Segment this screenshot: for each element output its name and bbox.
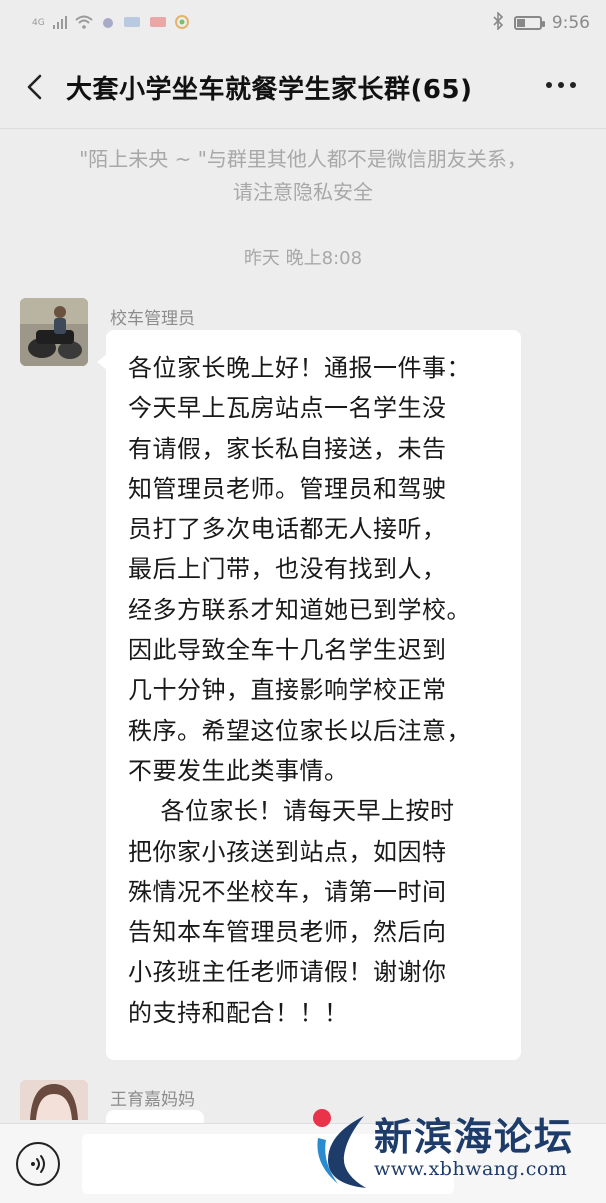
app-notification-icon: [149, 15, 167, 32]
privacy-notice-line: "陌上未央 ~ "与群里其他人都不是微信朋友关系，: [79, 147, 527, 171]
signal-icon: [52, 15, 67, 32]
header-divider: [0, 128, 606, 129]
message-timestamp: 昨天 晚上8:08: [243, 248, 363, 269]
app-notification-icon: [101, 15, 115, 32]
watermark-title: 新滨海论坛: [374, 1114, 575, 1159]
message-line: 小孩班主任老师请假！谢谢你: [128, 958, 447, 987]
app-notification-icon: [123, 15, 141, 32]
message-line: 的支持和配合！！！: [128, 998, 349, 1027]
message-line: 几十分钟，直接影响学校正常: [128, 676, 447, 705]
clock: 9:56: [551, 13, 590, 33]
message-line: 不要发生此类事情。: [128, 756, 349, 785]
bluetooth-icon: [492, 10, 504, 35]
message-line: 各位家长！请每天早上按时: [128, 797, 455, 826]
avatar[interactable]: [20, 298, 88, 366]
message-line: 知管理员老师。管理员和驾驶: [128, 474, 447, 503]
message-line: 把你家小孩送到站点，如因特: [128, 837, 447, 866]
chat-header: 大套小学坐车就餐学生家长群(65): [0, 46, 606, 128]
message-line: 告知本车管理员老师，然后向: [128, 918, 447, 947]
voice-icon: [31, 1155, 45, 1173]
message-bubble[interactable]: 各位家长晚上好！通报一件事： 今天早上瓦房站点一名学生没 有请假，家长私自接送，未告…: [97, 330, 521, 1060]
message-line: 今天早上瓦房站点一名学生没: [128, 394, 447, 423]
privacy-notice: "陌上未央 ~ "与群里其他人都不是微信朋友关系， 请注意隐私安全: [40, 143, 566, 209]
more-options-icon[interactable]: [546, 82, 576, 88]
message-line: 经多方联系才知道她已到学校。: [128, 595, 471, 624]
chat-title: 大套小学坐车就餐学生家长群(65): [66, 74, 473, 105]
sender-name: 校车管理员: [110, 309, 195, 329]
voice-input-button[interactable]: [16, 1142, 60, 1186]
app-notification-icon: [174, 14, 189, 32]
back-icon[interactable]: [16, 67, 56, 107]
avatar[interactable]: [20, 1080, 88, 1120]
status-bar: 4G 9:56: [0, 0, 606, 46]
message-line: 员打了多次电话都无人接听，: [128, 515, 447, 544]
sender-name: 王育嘉妈妈: [110, 1090, 195, 1110]
message-line: 各位家长晚上好！通报一件事：: [128, 354, 471, 382]
battery-level: [516, 19, 525, 27]
message-line: 殊情况不坐校车，请第一时间: [128, 877, 447, 906]
privacy-notice-line: 请注意隐私安全: [233, 180, 373, 204]
watermark-url: www.xbhwang.com: [374, 1158, 568, 1180]
message-line: 秩序。希望这位家长以后注意，: [128, 716, 471, 745]
watermark-logo-icon: [313, 1109, 366, 1188]
message-line: 最后上门带，也没有找到人，: [128, 555, 447, 584]
network-type-label: 4G: [32, 17, 45, 28]
wifi-icon: [75, 15, 93, 32]
message-text: 各位家长晚上好！通报一件事： 今天早上瓦房站点一名学生没 有请假，家长私自接送，未告…: [128, 348, 501, 1033]
site-watermark: 新滨海论坛 www.xbhwang.com: [308, 1100, 606, 1203]
message-line: 有请假，家长私自接送，未告: [128, 434, 447, 463]
battery-icon: [513, 16, 545, 30]
message-line: 因此导致全车十几名学生迟到: [128, 636, 447, 665]
